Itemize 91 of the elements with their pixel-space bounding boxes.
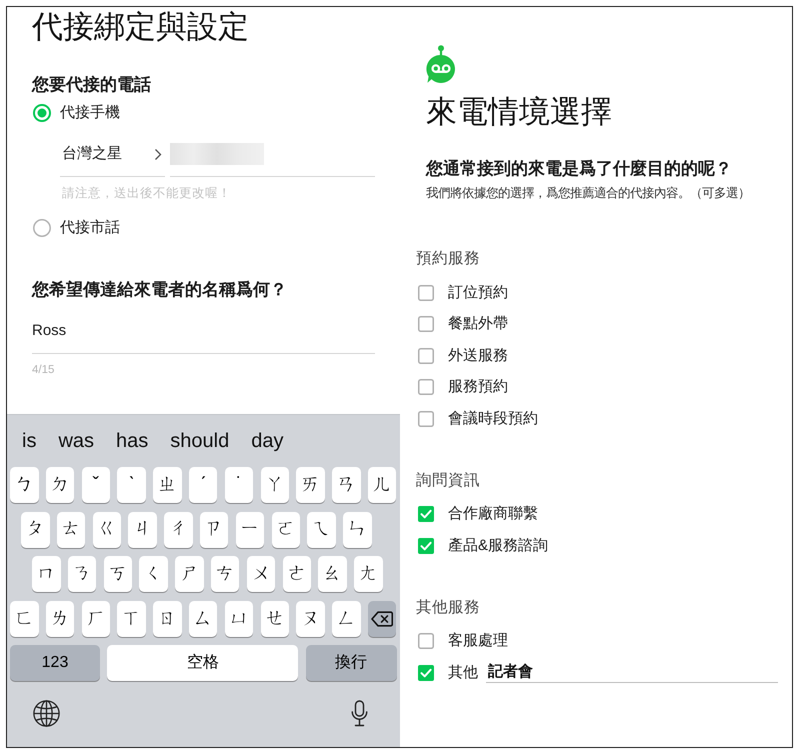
other-text-field[interactable]: 記者會 [486, 662, 778, 684]
checkbox[interactable] [418, 379, 434, 396]
section-heading: 您希望傳達給來電者的名稱爲何？ [32, 279, 288, 301]
radio-label[interactable]: 代接手機 [60, 102, 120, 124]
checkbox-label[interactable]: 其他 [448, 662, 478, 684]
hint-text: 請注意，送出後不能更改喔！ [61, 185, 232, 202]
group-heading: 其他服務 [416, 598, 481, 618]
checkbox-label[interactable]: 餐點外帶 [448, 313, 508, 336]
delete-key[interactable] [368, 600, 396, 637]
keyboard-key[interactable]: ㄏ [82, 600, 110, 637]
keyboard-key[interactable]: ㄓ [153, 467, 182, 503]
keyboard-key[interactable]: ㄚ [260, 467, 290, 503]
question-text: 您通常接到的來電是爲了什麼目的的呢？ [426, 158, 733, 180]
keyboard-key[interactable]: ㄥ [332, 600, 361, 637]
page-title: 代接綁定與設定 [32, 8, 250, 45]
keyboard-key[interactable]: ㄊ [56, 512, 86, 548]
globe-icon[interactable] [33, 700, 60, 728]
suggestion-word[interactable]: has [116, 429, 148, 453]
keyboard-key[interactable]: ㄌ [46, 600, 74, 637]
checkbox[interactable] [418, 538, 434, 554]
keyboard-key[interactable]: ˋ [117, 467, 146, 503]
return-key[interactable]: 換行 [306, 645, 397, 682]
keyboard-key[interactable]: ㄖ [153, 600, 182, 637]
keyboard-key[interactable]: ㄜ [282, 556, 312, 592]
keyboard-key[interactable]: ㄍ [92, 512, 122, 548]
keyboard-key[interactable]: ㄩ [224, 600, 254, 637]
keyboard-key[interactable]: ㄟ [307, 512, 336, 548]
keyboard-key[interactable]: ㄔ [164, 512, 193, 548]
robot-icon [424, 45, 458, 83]
keyboard-key[interactable]: ˇ [82, 467, 110, 503]
keyboard-key[interactable]: ㄅ [10, 467, 38, 503]
checkbox-label[interactable]: 客服處理 [448, 630, 508, 652]
checkbox[interactable] [418, 410, 434, 427]
checkbox[interactable] [418, 348, 434, 364]
radio-button[interactable] [33, 219, 51, 237]
checkbox[interactable] [418, 506, 434, 522]
keyboard-key[interactable]: ㄋ [68, 556, 96, 592]
keyboard-key[interactable]: ˊ [188, 467, 218, 503]
microphone-icon[interactable] [351, 700, 368, 728]
keyboard-key[interactable]: ˙ [224, 467, 254, 503]
space-key[interactable]: 空格 [107, 645, 298, 682]
keyboard-key[interactable]: ㄠ [318, 556, 347, 592]
character-counter: 4/15 [32, 363, 56, 378]
keyboard-key[interactable]: ㄈ [10, 600, 38, 637]
keyboard-key[interactable]: ㄢ [332, 467, 361, 503]
checkbox[interactable] [418, 633, 434, 650]
carrier-select[interactable]: 台灣之星 [60, 134, 165, 177]
keyboard-key[interactable]: ㄦ [368, 467, 396, 503]
chevron-right-icon [154, 148, 162, 160]
group-heading: 預約服務 [416, 249, 481, 269]
checkbox[interactable] [418, 284, 434, 301]
checkbox-label[interactable]: 會議時段預約 [448, 408, 538, 430]
keyboard-key[interactable]: ㄘ [210, 556, 240, 592]
suggestion-word[interactable]: day [251, 429, 284, 453]
keyboard-key[interactable]: ㄗ [200, 512, 228, 548]
hint-text: 我們將依據您的選擇，爲您推薦適合的代接內容。（可多選） [426, 185, 751, 201]
backspace-icon [371, 610, 394, 627]
checkbox[interactable] [418, 316, 434, 332]
checkbox-label[interactable]: 訂位預約 [448, 282, 508, 304]
keyboard-key[interactable]: ㄆ [21, 512, 50, 548]
radio-button[interactable] [33, 104, 51, 122]
suggestion-word[interactable]: should [170, 429, 230, 453]
keyboard-key[interactable]: ㄧ [236, 512, 264, 548]
keyboard-key[interactable]: ㄛ [272, 512, 300, 548]
section-heading: 您要代接的電話 [32, 74, 152, 96]
keyboard-key[interactable]: ㄕ [175, 556, 204, 592]
keyboard-key[interactable]: ㄝ [260, 600, 290, 637]
name-input-field[interactable]: Ross [32, 316, 375, 354]
checkbox-label[interactable]: 服務預約 [448, 376, 508, 398]
checkbox-label[interactable]: 外送服務 [448, 344, 508, 367]
keyboard-key[interactable]: ㄇ [32, 556, 60, 592]
suggestion-word[interactable]: is [22, 429, 36, 453]
numbers-key[interactable]: 123 [10, 645, 100, 682]
keyboard-key[interactable]: ㄤ [354, 556, 383, 592]
checkbox-label[interactable]: 合作廠商聯繫 [448, 503, 538, 526]
keyboard-key[interactable]: ㄑ [139, 556, 168, 592]
checkbox[interactable] [418, 664, 434, 681]
suggestion-word[interactable]: was [58, 429, 94, 453]
keyboard-key[interactable]: ㄨ [246, 556, 276, 592]
group-heading: 詢問資訊 [416, 470, 481, 490]
keyboard-key[interactable]: ㄙ [188, 600, 218, 637]
keyboard-key[interactable]: ㄡ [296, 600, 325, 637]
keyboard-key[interactable]: ㄎ [104, 556, 132, 592]
keyboard-key[interactable]: ㄉ [46, 467, 74, 503]
keyboard-key[interactable]: ㄣ [343, 512, 372, 548]
keyboard-key[interactable]: ㄞ [296, 467, 325, 503]
page-title: 來電情境選擇 [426, 93, 613, 130]
keyboard-key[interactable]: ㄒ [117, 600, 146, 637]
keyboard-key[interactable]: ㄐ [128, 512, 157, 548]
checkbox-label[interactable]: 產品&服務諮詢 [448, 534, 548, 557]
radio-label[interactable]: 代接市話 [60, 216, 120, 240]
